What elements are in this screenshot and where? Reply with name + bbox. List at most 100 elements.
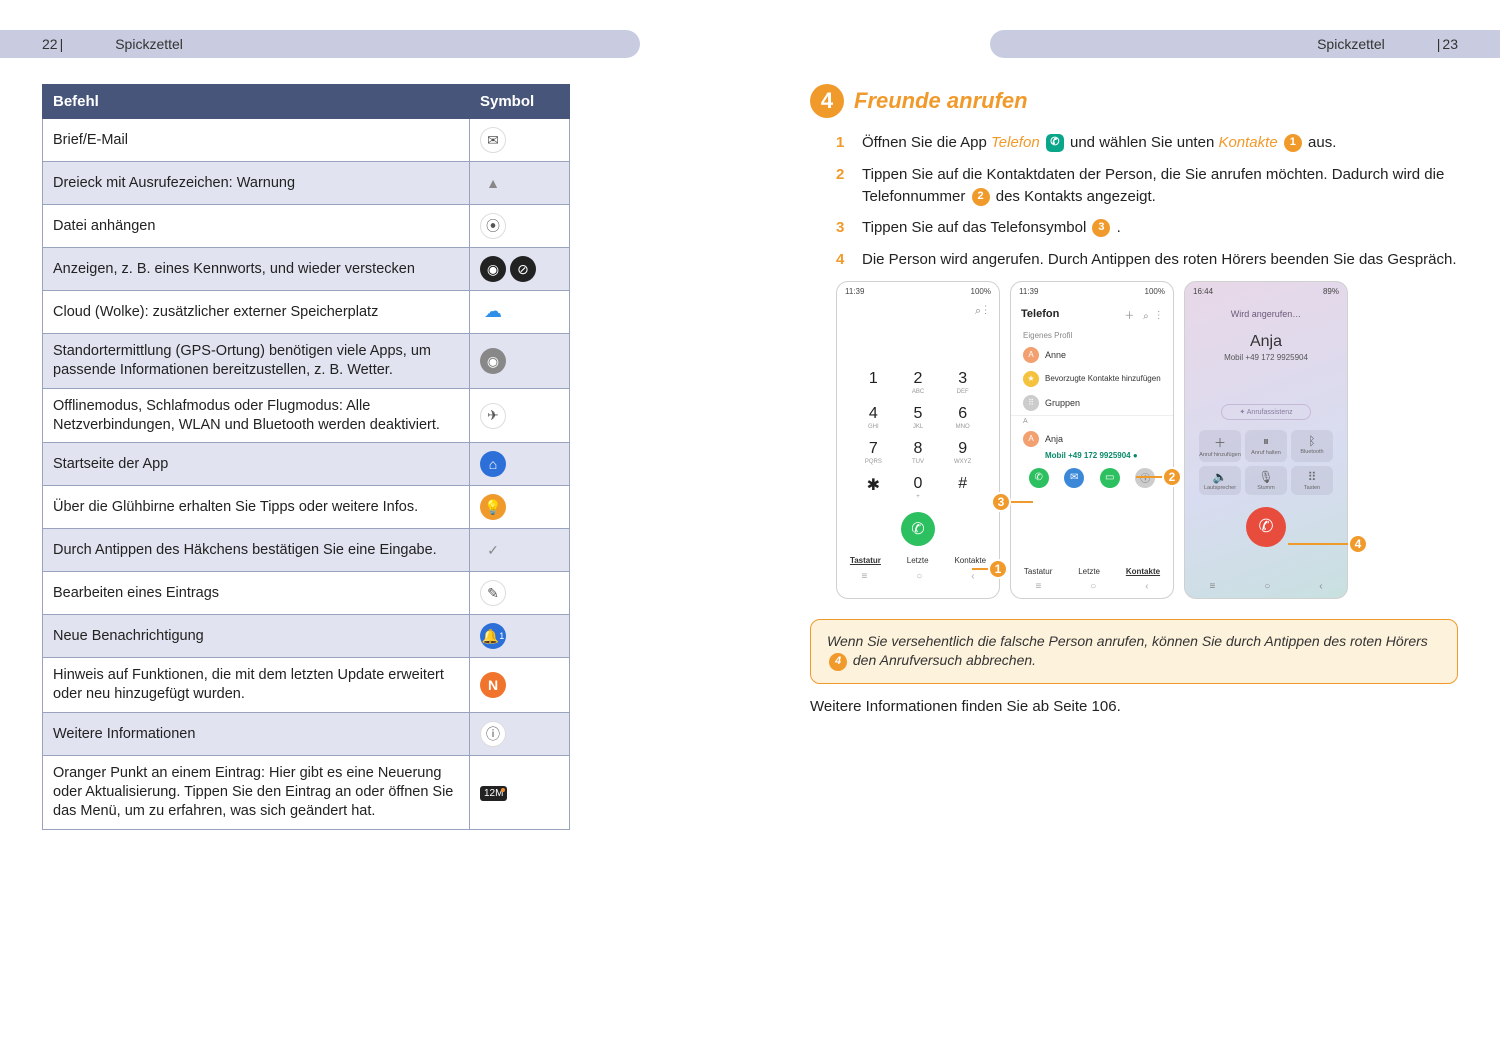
callee-number: Mobil +49 172 9925904	[1185, 353, 1347, 362]
message-icon[interactable]: ✉	[1064, 468, 1084, 488]
notification-icon: 🔔1	[480, 623, 506, 649]
cmd: Hinweis auf Funktionen, die mit dem letz…	[43, 658, 470, 713]
tab-kontakte[interactable]: Kontakte	[954, 556, 986, 565]
cmd: Standortermittlung (GPS-Ortung) benötige…	[43, 334, 470, 389]
call-icon[interactable]: ✆	[1029, 468, 1049, 488]
header-tab-left: 22 | Spickzettel	[0, 30, 640, 58]
page-left: 22 | Spickzettel Befehl Symbol Brief/E-M…	[0, 0, 750, 1064]
airplane-icon: ✈	[480, 403, 506, 429]
avatar-icon: A	[1023, 431, 1039, 447]
tab-kontakte[interactable]: Kontakte	[1126, 567, 1160, 576]
anja-number: Mobil +49 172 9925904 ●	[1011, 451, 1173, 464]
cmd: Über die Glühbirne erhalten Sie Tipps od…	[43, 486, 470, 529]
header-title: Spickzettel	[115, 36, 183, 52]
step-4: 4 Die Person wird angerufen. Durch Antip…	[836, 249, 1458, 271]
tab-tastatur[interactable]: Tastatur	[850, 556, 881, 565]
key-hash[interactable]: #	[940, 475, 985, 500]
speaker-button[interactable]: 🔈Lautsprecher	[1199, 466, 1241, 495]
keypad-button[interactable]: ⠿Tasten	[1291, 466, 1333, 495]
header-tab-right: Spickzettel | 23	[990, 30, 1500, 58]
key-6[interactable]: 6MNO	[940, 405, 985, 430]
step-1: 1 Öffnen Sie die App Telefon ✆ und wähle…	[836, 132, 1458, 154]
cmd: Brief/E-Mail	[43, 119, 470, 162]
groups-row[interactable]: ⠿Gruppen	[1011, 391, 1173, 415]
callout-1: 1	[988, 559, 1008, 579]
col-command: Befehl	[43, 85, 470, 119]
cmd: Neue Benachrichtigung	[43, 615, 470, 658]
tab-letzte[interactable]: Letzte	[907, 556, 929, 565]
section-number: 4	[810, 84, 844, 118]
page-right: Spickzettel | 23 4 Freunde anrufen 1 Öff…	[750, 0, 1500, 1064]
attachment-icon: ⦿	[480, 213, 506, 239]
cmd: Offlinemodus, Schlafmodus oder Flugmodus…	[43, 388, 470, 443]
location-icon: ◉	[480, 348, 506, 374]
info-icon[interactable]: ⓘ	[1135, 468, 1155, 488]
hold-button[interactable]: ⏸Anruf halten	[1245, 430, 1287, 462]
update-badge-icon: 12M	[480, 786, 507, 801]
phone2-header-icons: ＋ ⌕ ⋮	[1124, 307, 1163, 322]
page-number: 22	[42, 36, 58, 52]
header-title: Spickzettel	[1317, 36, 1385, 52]
warning-icon: ▲	[480, 170, 506, 196]
search-more-icons: ⌕ ⋮	[837, 301, 999, 322]
key-4[interactable]: 4GHI	[851, 405, 896, 430]
steps-list: 1 Öffnen Sie die App Telefon ✆ und wähle…	[836, 132, 1458, 271]
left-content: Befehl Symbol Brief/E-Mail ✉ Dreieck mit…	[42, 84, 708, 830]
key-3[interactable]: 3DEF	[940, 370, 985, 395]
step-3: 3 Tippen Sie auf das Telefonsymbol 3 .	[836, 217, 1458, 239]
key-9[interactable]: 9WXYZ	[940, 440, 985, 465]
symbols-table: Befehl Symbol Brief/E-Mail ✉ Dreieck mit…	[42, 84, 570, 830]
key-7[interactable]: 7PQRS	[851, 440, 896, 465]
add-call-button[interactable]: ＋Anruf hinzufügen	[1199, 430, 1241, 462]
new-feature-icon: N	[480, 672, 506, 698]
eye-icon: ◉	[480, 256, 506, 282]
eye-off-icon: ⊘	[510, 256, 536, 282]
tab-letzte[interactable]: Letzte	[1078, 567, 1100, 576]
cloud-icon: ☁	[480, 299, 506, 325]
callout-1-icon: 1	[1284, 134, 1302, 152]
callee-name: Anja	[1185, 333, 1347, 351]
bluetooth-button[interactable]: ᛒBluetooth	[1291, 430, 1333, 462]
cmd: Durch Antippen des Häkchens bestätigen S…	[43, 529, 470, 572]
step-2: 2 Tippen Sie auf die Kontaktdaten der Pe…	[836, 164, 1458, 208]
favorites-add[interactable]: ★Bevorzugte Kontakte hinzufügen	[1011, 367, 1173, 391]
page-number: 23	[1442, 36, 1458, 52]
star-icon: ★	[1023, 371, 1039, 387]
info-icon: ⓘ	[480, 721, 506, 747]
key-2[interactable]: 2ABC	[896, 370, 941, 395]
section-a: A	[1011, 415, 1173, 427]
calling-label: Wird angerufen…	[1185, 301, 1347, 333]
phone-calling: 16:44 89% Wird angerufen… Anja Mobil +49…	[1184, 281, 1348, 599]
lightbulb-icon: 💡	[480, 494, 506, 520]
call-assist-chip[interactable]: ✦ Anrufassistenz	[1221, 404, 1311, 420]
contact-anne[interactable]: AAnne	[1011, 343, 1173, 367]
key-5[interactable]: 5JKL	[896, 405, 941, 430]
call-button[interactable]: ✆	[901, 512, 935, 546]
contact-anja[interactable]: AAnja	[1011, 427, 1173, 451]
section-title: Freunde anrufen	[854, 88, 1028, 114]
cmd: Bearbeiten eines Eintrags	[43, 572, 470, 615]
cmd: Cloud (Wolke): zusätzlicher externer Spe…	[43, 291, 470, 334]
video-icon[interactable]: ▭	[1100, 468, 1120, 488]
mute-button[interactable]: 🎙Stumm	[1245, 466, 1287, 495]
tab-tastatur[interactable]: Tastatur	[1024, 567, 1052, 576]
key-0[interactable]: 0+	[896, 475, 941, 500]
checkmark-icon: ✓	[480, 537, 506, 563]
home-icon: ⌂	[480, 451, 506, 477]
right-content: 4 Freunde anrufen 1 Öffnen Sie die App T…	[810, 84, 1458, 715]
callout-2-icon: 2	[972, 188, 990, 206]
section-header: 4 Freunde anrufen	[810, 84, 1458, 118]
cmd: Anzeigen, z. B. eines Kennworts, und wie…	[43, 248, 470, 291]
key-star[interactable]: ✱	[851, 475, 896, 500]
phone-dialer: 11:39 100% ⌕ ⋮ 1 2ABC 3DEF 4GHI 5JKL 6MN…	[836, 281, 1000, 599]
phone-app-icon: ✆	[1046, 134, 1064, 152]
end-call-button[interactable]: ✆	[1246, 507, 1286, 547]
cmd: Datei anhängen	[43, 205, 470, 248]
keyword-telefon: Telefon	[991, 134, 1040, 151]
keyword-kontakte: Kontakte	[1218, 134, 1277, 151]
key-8[interactable]: 8TUV	[896, 440, 941, 465]
cmd: Oranger Punkt an einem Eintrag: Hier gib…	[43, 756, 470, 830]
tip-box: Wenn Sie versehentlich die falsche Perso…	[810, 619, 1458, 684]
callout-3-icon: 3	[1092, 219, 1110, 237]
key-1[interactable]: 1	[851, 370, 896, 395]
